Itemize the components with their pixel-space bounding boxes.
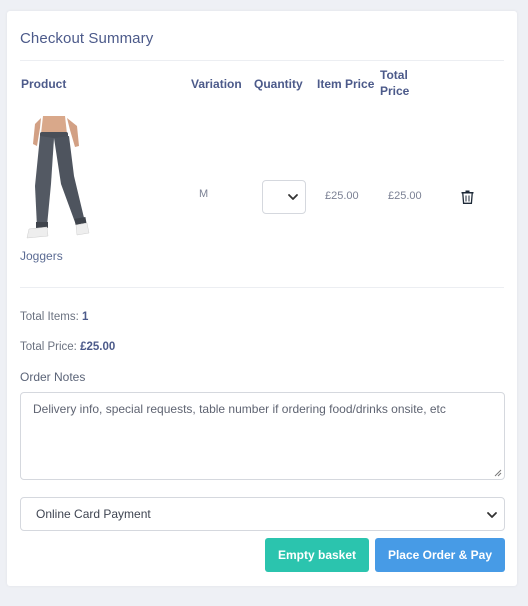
header-total-price-line1: Total xyxy=(380,68,408,82)
empty-basket-button[interactable]: Empty basket xyxy=(265,538,369,572)
header-total-price: Total Price xyxy=(380,67,409,99)
header-total-price-line2: Price xyxy=(380,84,410,98)
resize-grip-icon[interactable] xyxy=(494,469,502,477)
chevron-down-icon xyxy=(288,194,298,200)
divider xyxy=(20,60,504,61)
trash-icon[interactable] xyxy=(461,190,474,204)
header-product: Product xyxy=(21,77,67,91)
header-variation: Variation xyxy=(191,77,242,91)
total-price: Total Price: £25.00 xyxy=(20,341,115,353)
quantity-select[interactable] xyxy=(262,180,306,214)
variation-value: M xyxy=(199,188,209,200)
total-items-label: Total Items: xyxy=(20,311,79,323)
total-price-value: £25.00 xyxy=(80,341,116,353)
checkout-card: Checkout Summary Product Variation Quant… xyxy=(7,11,517,586)
order-notes-label: Order Notes xyxy=(20,370,86,384)
order-notes-placeholder: Delivery info, special requests, table n… xyxy=(33,402,446,416)
product-image[interactable] xyxy=(19,114,91,244)
order-notes-textarea[interactable]: Delivery info, special requests, table n… xyxy=(20,392,505,480)
payment-method-select[interactable]: Online Card Payment xyxy=(20,497,505,531)
chevron-down-icon xyxy=(487,512,497,518)
total-price-label: Total Price: xyxy=(20,341,77,353)
header-item-price: Item Price xyxy=(317,77,375,91)
total-items: Total Items: 1 xyxy=(20,311,88,323)
header-quantity: Quantity xyxy=(254,77,303,91)
item-price-value: £25.00 xyxy=(325,190,359,202)
payment-method-value: Online Card Payment xyxy=(36,507,151,521)
place-order-button[interactable]: Place Order & Pay xyxy=(375,538,505,572)
divider xyxy=(20,287,504,288)
page-title: Checkout Summary xyxy=(20,30,154,47)
total-items-value: 1 xyxy=(82,311,89,323)
product-name[interactable]: Joggers xyxy=(20,249,63,263)
total-price-value: £25.00 xyxy=(388,190,422,202)
